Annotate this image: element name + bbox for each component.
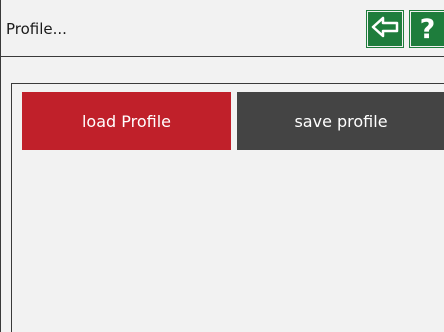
help-icon: ?: [419, 13, 436, 45]
help-button[interactable]: ?: [409, 10, 444, 48]
profile-panel: load Profile save profile: [11, 83, 444, 332]
load-profile-button[interactable]: load Profile: [22, 92, 231, 150]
profile-screen: Profile... ? load Profile save profile: [0, 0, 444, 332]
save-profile-label: save profile: [294, 111, 388, 131]
page-title: Profile...: [6, 20, 67, 38]
back-arrow-icon: [371, 16, 399, 42]
load-profile-label: load Profile: [81, 111, 172, 131]
back-button[interactable]: [366, 10, 404, 48]
title-bar: Profile... ?: [1, 0, 444, 57]
save-profile-button[interactable]: save profile: [237, 92, 444, 150]
